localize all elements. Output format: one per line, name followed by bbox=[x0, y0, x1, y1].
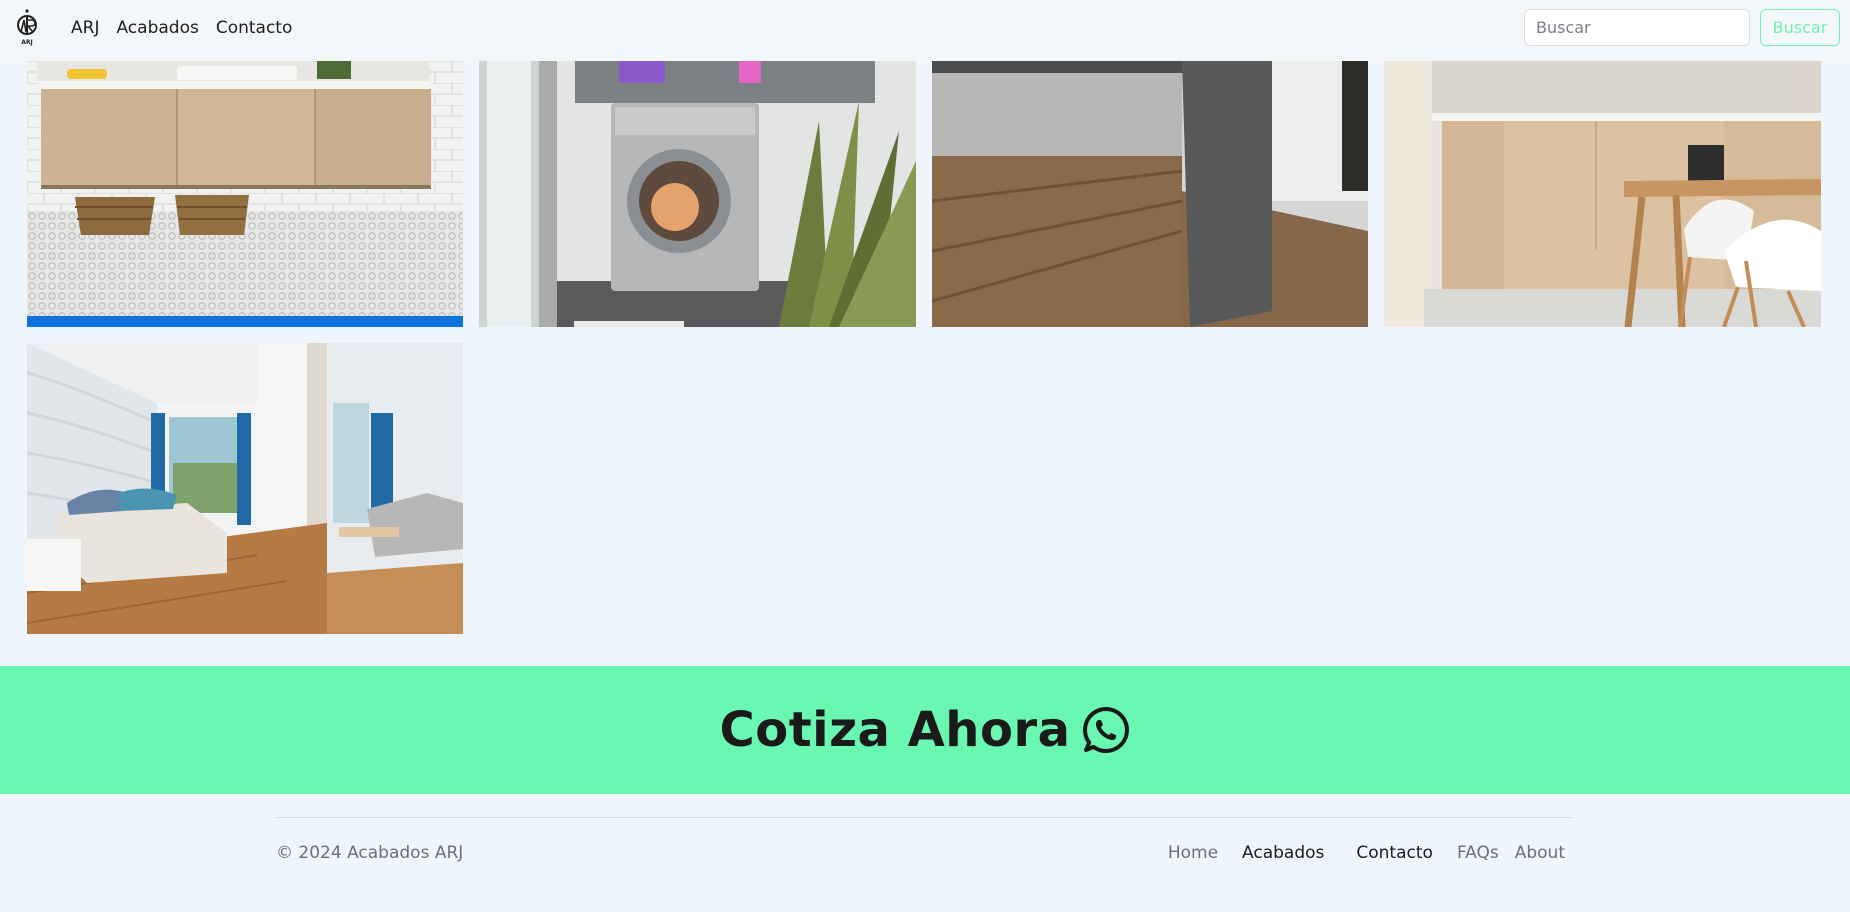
footer-link-acabados[interactable]: Acabados bbox=[1242, 843, 1324, 863]
cta-label: Cotiza Ahora bbox=[719, 702, 1071, 758]
nav-link-arj[interactable]: ARJ bbox=[71, 18, 99, 38]
main-nav: ARJ Acabados Contacto bbox=[71, 0, 309, 55]
footer-nav: Home Acabados Contacto FAQs About bbox=[1144, 843, 1565, 863]
footer-link-about[interactable]: About bbox=[1515, 843, 1565, 863]
footer-link-faqs[interactable]: FAQs bbox=[1457, 843, 1499, 863]
cta-banner: Cotiza Ahora bbox=[0, 666, 1850, 794]
nav-link-acabados[interactable]: Acabados bbox=[116, 18, 198, 38]
cta-whatsapp-link[interactable]: Cotiza Ahora bbox=[720, 702, 1131, 758]
footer-link-contacto[interactable]: Contacto bbox=[1356, 843, 1433, 863]
brand-logo[interactable]: ARJ bbox=[14, 8, 40, 46]
logo-text: ARJ bbox=[21, 39, 33, 46]
footer-divider bbox=[276, 817, 1572, 818]
gallery-image-kitchen-island[interactable] bbox=[932, 61, 1368, 327]
gallery-image-bedroom[interactable] bbox=[27, 343, 463, 634]
gallery-image-laundry[interactable] bbox=[479, 61, 916, 327]
gallery-image-bathroom[interactable] bbox=[27, 61, 463, 327]
search-input[interactable] bbox=[1524, 9, 1750, 46]
whatsapp-icon bbox=[1082, 707, 1129, 753]
nav-link-contacto[interactable]: Contacto bbox=[216, 18, 293, 38]
footer-link-home[interactable]: Home bbox=[1168, 843, 1218, 863]
search-button[interactable]: Buscar bbox=[1760, 9, 1840, 46]
gallery-image-kitchen-dining[interactable] bbox=[1384, 61, 1821, 327]
copyright-text: © 2024 Acabados ARJ bbox=[276, 843, 464, 863]
navbar: ARJ ARJ Acabados Contacto Buscar bbox=[0, 0, 1850, 61]
